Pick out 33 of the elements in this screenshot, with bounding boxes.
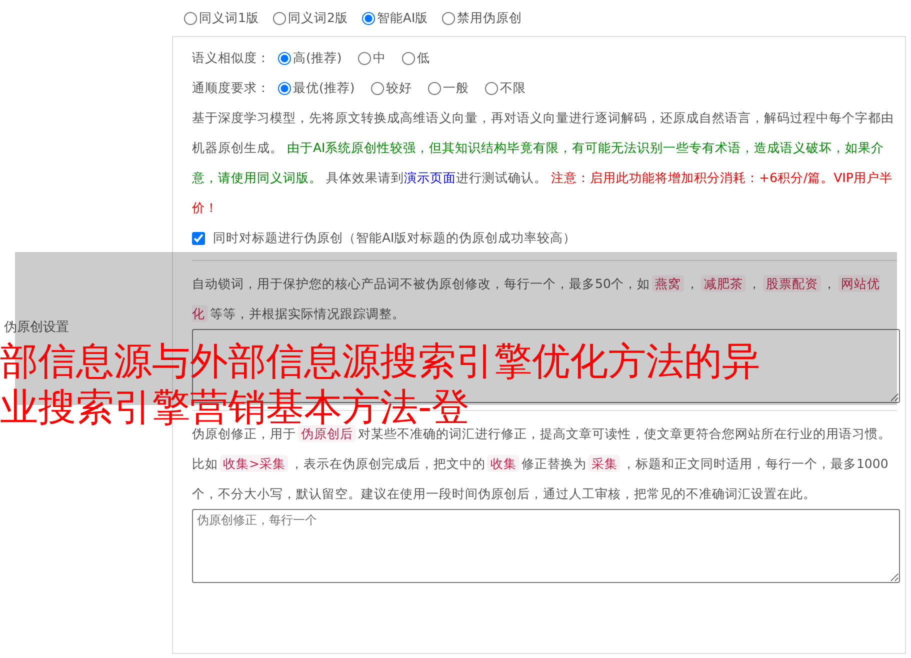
radio-button[interactable] [442, 12, 456, 24]
correction-field[interactable]: 伪原创修正，每行一个 [192, 509, 900, 583]
option-label: 智能AI版 [376, 10, 428, 26]
field-label: 语义相似度： [192, 50, 270, 66]
radio-button[interactable] [278, 52, 291, 64]
radio-button[interactable] [370, 82, 384, 94]
radio-button[interactable] [358, 52, 371, 64]
radio-button[interactable] [184, 12, 197, 24]
option-label: 高(推荐) [293, 50, 342, 66]
option-label: 一般 [442, 80, 469, 96]
description-text: 基于深度学习模型，先将原文转换成高维语义向量，再对语义向量进行逐词解码，还原成自然语言，解码过程中每个字都由机器原创生成。 由于AI系统原创性较强，但其知识结构毕竟有限，有可能无法识别一些专有术语，造成语义破坏，如果介意，请使用同义词版。 具体效果请到演示页面进行测试确认。 注意：启用此功能将增加积分消耗：+6积分/篇。VIP用户半价！ [192, 109, 895, 217]
section-label: 伪原创设置 [4, 319, 69, 336]
radio-button[interactable] [362, 12, 375, 24]
description-text: 伪原创修正，用于 伪原创后 对某些不准确的词汇进行修正，提高文章可读性，使文章更符合您网站所在行业的用语习惯。比如 收集>采集 ，表示在伪原创完成后，把文中的 收集 修正替换为 采集 ，标题和正文同时适用，每行一个，最多1000个，不分大小写，默认留空。建议在使用一段时间伪原创后，通过人工审核，把常见的不准确词汇设置在此。 [192, 425, 892, 503]
option-label: 中 [372, 50, 386, 66]
option-label: 同义词2版 [288, 10, 348, 26]
radio-button[interactable] [484, 82, 498, 94]
field-label: 通顺度要求： [192, 80, 270, 96]
option-label: 低 [416, 50, 430, 66]
description-text: 自动锁词，用于保护您的核心产品词不被伪原创修改，每行一个，最多50个，如 燕窝 ， 减肥茶 ， 股票配资 ， 网站优化 等等，并根据实际情况跟踪调整。 [192, 274, 881, 324]
radio-button[interactable] [428, 82, 441, 94]
checkbox-label: 同时对标题进行伪原创（智能AI版对标题的伪原创成功率较高） [213, 230, 576, 246]
demo-link[interactable]: 演示页面 [404, 170, 456, 185]
option-label: 不限 [500, 80, 526, 96]
radio-button[interactable] [402, 52, 415, 64]
overlay-title: 部信息源与外部信息源搜索引擎优化方法的异 [0, 338, 760, 384]
radio-button[interactable] [272, 12, 286, 24]
option-label: 最优(推荐) [293, 80, 355, 96]
option-label: 禁用伪原创 [457, 10, 522, 26]
checkbox[interactable] [192, 232, 205, 244]
radio-button[interactable] [278, 82, 291, 94]
option-label: 同义词1版 [199, 10, 259, 26]
option-label: 较好 [386, 80, 412, 96]
